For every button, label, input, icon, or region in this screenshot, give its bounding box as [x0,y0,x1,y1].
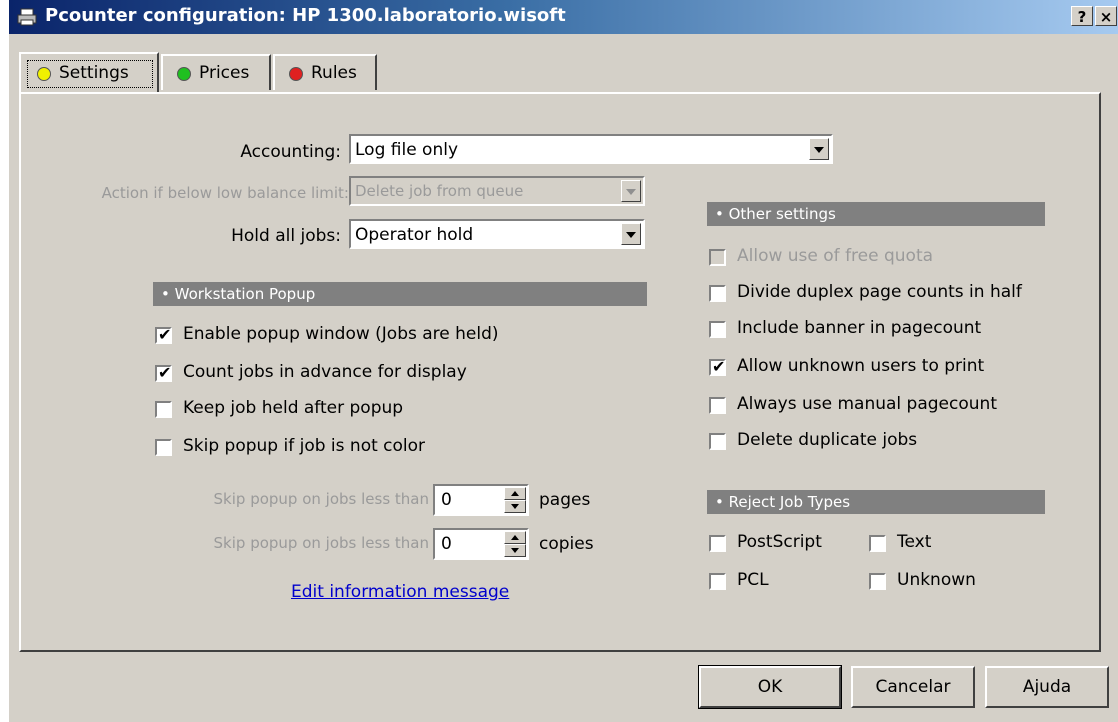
checkbox-label: Always use manual pagecount [737,394,997,414]
checkbox-label: Unknown [897,570,976,590]
accounting-value: Log file only [355,140,459,160]
checkbox-label: Keep job held after popup [183,398,404,418]
other-settings-header: • Other settings [707,202,1045,226]
action-label: Action if below low balance limit: [101,184,349,202]
check-icon: ✔ [158,363,172,382]
window-title: Pcounter configuration: HP 1300.laborato… [45,5,566,26]
title-bar[interactable]: Pcounter configuration: HP 1300.laborato… [9,0,1118,34]
printer-icon [17,8,37,26]
dropdown-arrow-icon[interactable] [621,223,641,245]
dropdown-arrow-icon[interactable] [809,138,829,160]
tab-prices[interactable]: Prices [161,54,271,90]
tab-rules-label: Rules [311,63,357,83]
check-icon: ✔ [158,325,172,344]
copies-unit: copies [539,534,594,554]
tab-settings[interactable]: Settings [19,52,159,92]
skip-pages-spinner[interactable]: 0 [433,484,529,516]
spin-up-icon[interactable] [504,531,526,544]
help-title-button[interactable]: ? [1071,6,1093,26]
tab-prices-label: Prices [199,63,250,83]
skip-copies-label: Skip popup on jobs less than [213,534,429,552]
tab-rules[interactable]: Rules [273,54,377,90]
checkbox-label: Delete duplicate jobs [737,430,918,450]
hold-value: Operator hold [355,225,474,245]
checkbox-label: Include banner in pagecount [737,318,982,338]
skip-copies-spinner[interactable]: 0 [433,528,529,560]
cancel-button[interactable]: Cancelar [851,666,975,708]
close-button[interactable]: × [1095,6,1117,26]
spin-down-icon[interactable] [504,500,526,513]
reject-job-types-header: • Reject Job Types [707,490,1045,514]
checkbox-label: Enable popup window (Jobs are held) [183,324,499,344]
checkbox-label: Allow use of free quota [737,246,934,266]
red-status-icon [289,67,303,81]
hold-label: Hold all jobs: [231,226,341,246]
dropdown-arrow-icon[interactable] [621,180,641,202]
checkbox-label: Skip popup if job is not color [183,436,426,456]
action-select[interactable]: Delete job from queue [349,176,645,206]
tab-settings-label: Settings [59,63,129,83]
action-value: Delete job from queue [355,182,524,200]
checkbox-label: Count jobs in advance for display [183,362,467,382]
spin-up-icon[interactable] [504,487,526,500]
skip-pages-label: Skip popup on jobs less than [213,490,429,508]
help-button[interactable]: Ajuda [985,666,1109,708]
yellow-status-icon [37,67,51,81]
skip-copies-value: 0 [441,534,452,554]
checkbox-label: Text [897,532,932,552]
spin-down-icon[interactable] [504,544,526,557]
dialog-window: Pcounter configuration: HP 1300.laborato… [8,0,1118,722]
checkbox-label: Allow unknown users to print [737,356,985,376]
workstation-popup-header: • Workstation Popup [153,282,647,306]
checkbox-label: PCL [737,570,769,590]
accounting-label: Accounting: [240,142,341,162]
checkbox-label: Divide duplex page counts in half [737,282,1022,302]
checkbox-label: PostScript [737,532,822,552]
ok-button[interactable]: OK [698,665,842,709]
edit-information-message-link[interactable]: Edit information message [291,582,509,602]
accounting-select[interactable]: Log file only [349,134,833,164]
check-icon: ✔ [712,357,726,376]
skip-pages-value: 0 [441,490,452,510]
hold-select[interactable]: Operator hold [349,219,645,249]
green-status-icon [177,67,191,81]
pages-unit: pages [539,490,591,510]
